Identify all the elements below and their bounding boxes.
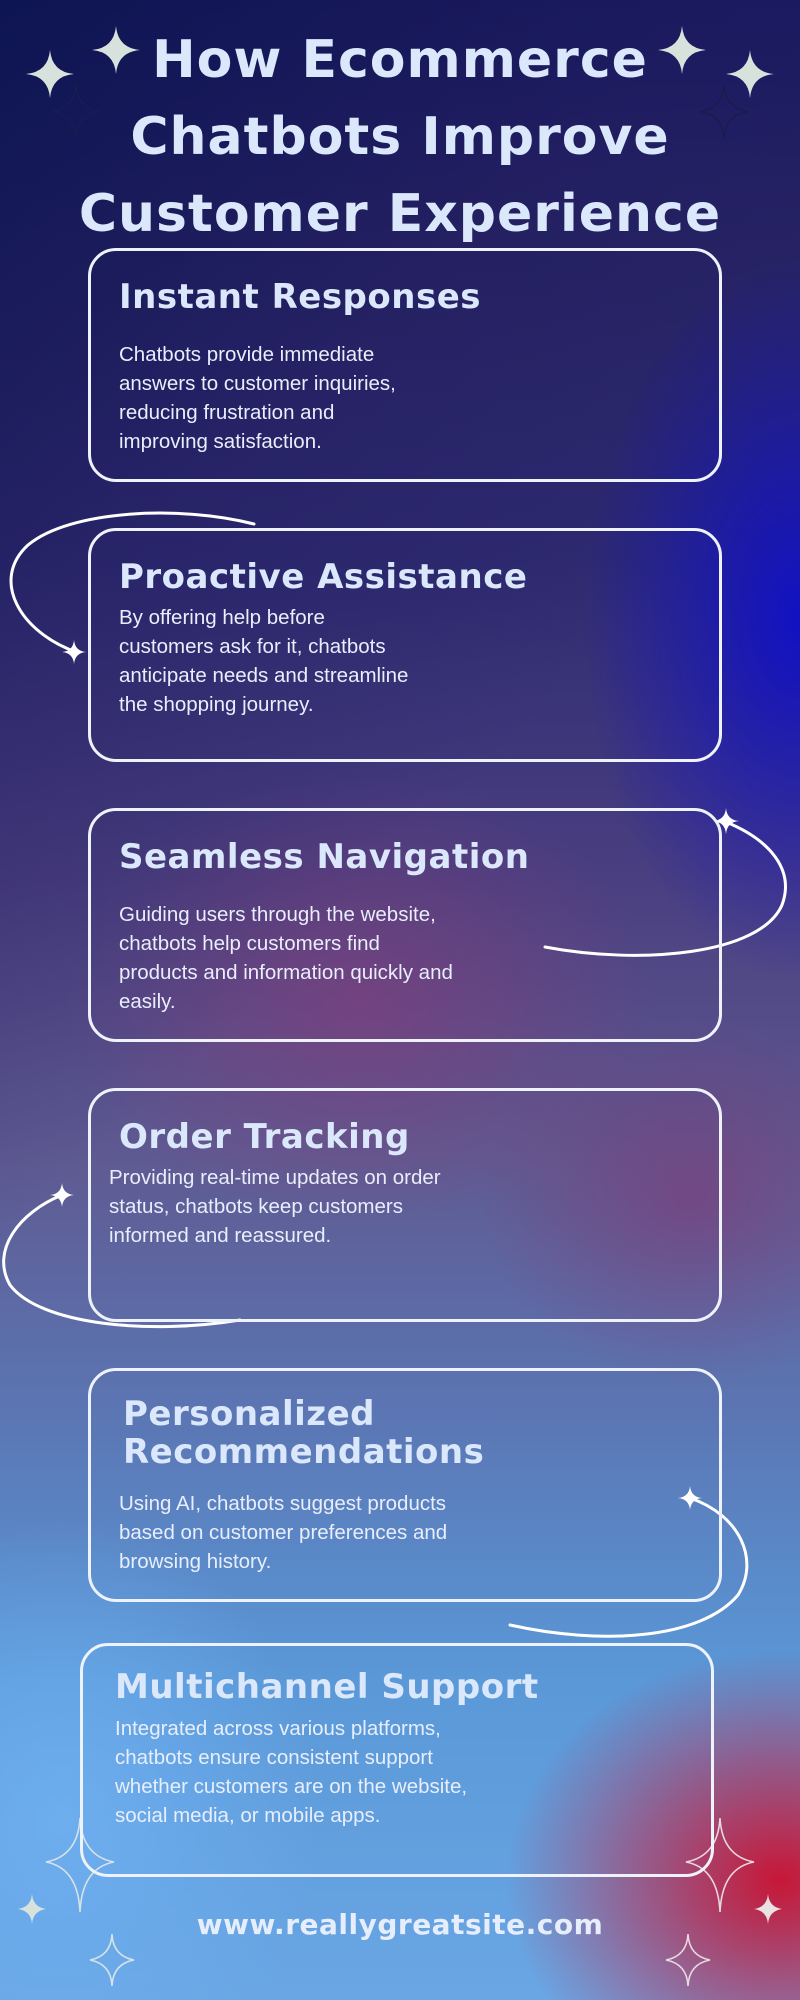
card-body: Using AI, chatbots suggest products base… — [119, 1489, 447, 1576]
sparkle-icon — [50, 1183, 74, 1207]
card-body-line: based on customer preferences and — [119, 1521, 448, 1544]
card-heading: Personalized Recommendations — [123, 1395, 484, 1471]
card-body-line: social media, or mobile apps. — [115, 1804, 381, 1827]
card-heading: Seamless Navigation — [119, 837, 530, 877]
card-body-line: Chatbots provide immediate — [119, 343, 375, 366]
card-proactive-assistance: Proactive Assistance By offering help be… — [88, 528, 722, 762]
card-body-line: answers to customer inquiries, — [119, 372, 396, 395]
card-body-line: improving satisfaction. — [119, 430, 322, 453]
sparkle-outline-icon — [665, 1933, 711, 1987]
card-body-line: chatbots help customers find — [119, 932, 380, 955]
card-body: Providing real-time updates on order sta… — [109, 1163, 441, 1250]
title-line-1: How Ecommerce — [152, 30, 648, 90]
sparkle-icon — [62, 640, 86, 664]
card-body-line: whether customers are on the website, — [115, 1775, 468, 1798]
card-body: Chatbots provide immediate answers to cu… — [119, 340, 396, 456]
card-heading: Instant Responses — [119, 277, 481, 317]
card-body-line: Using AI, chatbots suggest products — [119, 1492, 447, 1515]
card-body: Integrated across various platforms, cha… — [115, 1714, 467, 1830]
card-heading-line: Recommendations — [123, 1432, 485, 1472]
card-body-line: Providing real-time updates on order — [109, 1166, 441, 1189]
card-heading: Order Tracking — [119, 1117, 410, 1157]
card-body-line: By offering help before — [119, 606, 325, 629]
card-body-line: informed and reassured. — [109, 1224, 332, 1247]
title-line-2: Chatbots Improve — [130, 107, 670, 167]
card-body-line: browsing history. — [119, 1550, 272, 1573]
website-url[interactable]: www.reallygreatsite.com — [0, 1908, 800, 1941]
page-title: How Ecommerce Chatbots Improve Customer … — [60, 22, 740, 253]
card-instant-responses: Instant Responses Chatbots provide immed… — [88, 248, 722, 482]
card-body-line: reducing frustration and — [119, 401, 335, 424]
card-body-line: customers ask for it, chatbots — [119, 635, 386, 658]
card-heading: Multichannel Support — [115, 1667, 539, 1707]
title-line-3: Customer Experience — [78, 184, 722, 244]
card-body-line: products and information quickly and — [119, 961, 453, 984]
card-multichannel-support: Multichannel Support Integrated across v… — [80, 1643, 714, 1877]
sparkle-outline-icon — [89, 1933, 135, 1987]
card-heading-line: Personalized — [123, 1394, 375, 1434]
card-heading: Proactive Assistance — [119, 557, 528, 597]
card-body-line: chatbots ensure consistent support — [115, 1746, 433, 1769]
card-body-line: status, chatbots keep customers — [109, 1195, 403, 1218]
card-body: By offering help before customers ask fo… — [119, 603, 408, 719]
card-body-line: Guiding users through the website, — [119, 903, 436, 926]
card-body-line: easily. — [119, 990, 176, 1013]
card-order-tracking: Order Tracking Providing real-time updat… — [88, 1088, 722, 1322]
card-seamless-navigation: Seamless Navigation Guiding users throug… — [88, 808, 722, 1042]
card-body-line: the shopping journey. — [119, 693, 314, 716]
card-body: Guiding users through the website, chatb… — [119, 900, 453, 1016]
card-body-line: Integrated across various platforms, — [115, 1717, 441, 1740]
card-body-line: anticipate needs and streamline — [119, 664, 409, 687]
card-personalized-recommendations: Personalized Recommendations Using AI, c… — [88, 1368, 722, 1602]
